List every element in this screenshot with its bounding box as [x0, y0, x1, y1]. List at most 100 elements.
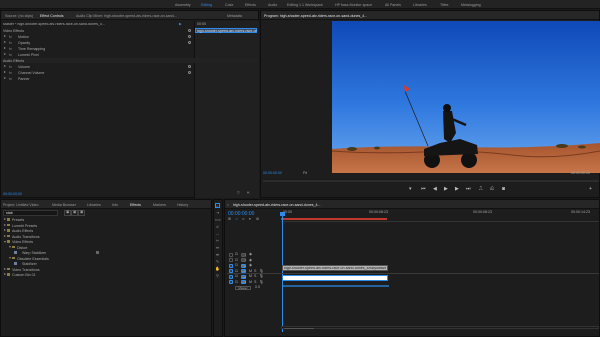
workspace-audio[interactable]: Audio	[268, 3, 277, 7]
reset-icon[interactable]	[188, 35, 191, 38]
folder-expand-icon[interactable]	[4, 223, 6, 226]
expand-triangle-icon[interactable]	[4, 53, 6, 56]
video-frame[interactable]	[332, 21, 600, 173]
slip-tool-icon[interactable]: ⇹	[215, 245, 220, 250]
zoom-tool-icon[interactable]: ⚲	[215, 273, 220, 278]
reset-icon[interactable]	[188, 41, 191, 44]
voiceover-icon[interactable]: 🎙	[259, 280, 264, 285]
workspace-hp-bass[interactable]: HP bass Monitor space	[335, 3, 372, 7]
add-button-icon[interactable]: +	[589, 187, 592, 192]
workspace-all-panels[interactable]: All Panels	[385, 3, 401, 7]
solo-button[interactable]: S	[254, 280, 256, 285]
effect-item-icon[interactable]	[14, 251, 17, 254]
tab-media-browser[interactable]: Media Browser	[52, 203, 76, 207]
time-ruler[interactable]: 00:00 00:00:08:23 00:00:08:23 00:00:14:2…	[281, 210, 599, 222]
folder-expand-icon[interactable]	[9, 257, 11, 260]
effects-tree-item[interactable]: Video Effects	[1, 239, 211, 244]
expand-triangle-icon[interactable]	[4, 35, 6, 38]
effects-tree-item[interactable]: Video Transitions	[1, 267, 211, 272]
export-icon[interactable]: ⇱	[247, 191, 250, 196]
reset-icon[interactable]	[188, 65, 191, 68]
folder-expand-icon[interactable]	[4, 234, 6, 237]
tab-effects[interactable]: Effects	[130, 203, 141, 207]
eye-icon[interactable]: ◉	[249, 258, 252, 263]
track-header-a2[interactable]: ⊡ A2 M S 🎙	[227, 274, 281, 279]
tab-libraries[interactable]: Libraries	[87, 203, 101, 207]
slide-tool-icon[interactable]: ⇼	[215, 252, 220, 257]
ripple-edit-tool-icon[interactable]: ⟺	[215, 217, 221, 222]
mute-button[interactable]: M	[249, 280, 252, 285]
workspace-titles[interactable]: Titles	[440, 3, 448, 7]
source-patch-button[interactable]	[229, 252, 233, 257]
timeline-settings-icon[interactable]: ⚙	[256, 217, 259, 222]
track-select-tool-icon[interactable]: ⇥	[215, 210, 220, 215]
lock-icon[interactable]: ⊡	[235, 280, 238, 285]
lift-icon[interactable]: ⎍	[479, 187, 483, 192]
lock-icon[interactable]: ⊡	[235, 263, 238, 268]
track-name[interactable]: Master	[235, 285, 251, 290]
effects-search-input[interactable]: stab	[3, 210, 58, 216]
insert-sequence-icon[interactable]: ⊞	[228, 217, 231, 222]
video-clip[interactable]: high-shooter-speed-atv-riders-race-on-sa…	[282, 265, 388, 271]
export-frame-icon[interactable]: ◙	[502, 187, 505, 192]
track-name[interactable]: V2	[241, 258, 246, 262]
track-name[interactable]: V3	[241, 252, 246, 257]
track-name[interactable]: A3	[241, 280, 246, 284]
effect-row[interactable]: fx Panner	[1, 76, 258, 81]
eye-icon[interactable]: ◉	[249, 263, 252, 268]
mute-button[interactable]: M	[249, 274, 252, 279]
effects-tree-item[interactable]: Custom Bin 01	[1, 272, 211, 277]
play-only-icon[interactable]: ▶	[179, 22, 182, 27]
workspace-editing[interactable]: Editing	[201, 3, 212, 7]
workspace-editing-1-1[interactable]: Editing 1.1 Workspace	[287, 3, 323, 7]
tab-markers[interactable]: Markers	[153, 203, 166, 207]
track-header-v1[interactable]: ⊡ V1 ◉	[227, 263, 281, 268]
workspace-color[interactable]: Color	[225, 3, 234, 7]
effect-item-icon[interactable]	[14, 262, 17, 265]
work-area-bar[interactable]	[281, 218, 387, 220]
effects-tree-item[interactable]: Stabilizer	[1, 261, 211, 266]
effect-controls-timecode[interactable]: 00;00;00;00	[3, 192, 22, 197]
audio-clip[interactable]	[282, 275, 389, 287]
step-forward-icon[interactable]: ⏭	[466, 187, 471, 192]
yuv-icon[interactable]: ▣	[78, 210, 86, 216]
workspace-assembly[interactable]: Assembly	[175, 3, 191, 7]
hand-tool-icon[interactable]: ✋	[215, 266, 220, 271]
eye-icon[interactable]: ◉	[249, 252, 252, 257]
source-patch-button[interactable]	[229, 280, 233, 284]
expand-triangle-icon[interactable]	[4, 77, 6, 80]
effects-tree-item[interactable]: Audio Transitions	[1, 234, 211, 239]
close-sequence-icon[interactable]: ×	[227, 203, 229, 207]
effects-tree-item[interactable]: Distort	[1, 245, 211, 250]
snap-icon[interactable]: ⊃	[235, 217, 238, 222]
solo-button[interactable]: S	[254, 274, 256, 279]
expand-triangle-icon[interactable]	[4, 47, 6, 50]
lock-icon[interactable]: ⊡	[235, 252, 238, 257]
play-icon[interactable]: ▶	[444, 187, 448, 192]
step-back-icon[interactable]: ⏮	[421, 187, 426, 192]
lock-icon[interactable]: ⊡	[235, 258, 238, 263]
workspace-metalogging[interactable]: Metalogging	[461, 3, 481, 7]
effect-row[interactable]: fx Channel Volume	[1, 70, 258, 75]
tab-sequence[interactable]: high-shooter-speed-atv-riders-race-on-sa…	[233, 203, 321, 207]
expand-triangle-icon[interactable]	[4, 65, 6, 68]
folder-expand-icon[interactable]	[4, 218, 6, 221]
effects-tree-item[interactable]: Warp Stabilizer	[1, 250, 211, 255]
frame-forward-icon[interactable]: ▶	[455, 187, 459, 192]
source-patch-button[interactable]	[229, 274, 233, 279]
track-name[interactable]: A2	[241, 274, 246, 279]
tab-effect-controls[interactable]: Effect Controls	[40, 14, 64, 18]
selection-tool-icon[interactable]: ↖	[215, 203, 220, 209]
frame-back-icon[interactable]: ◀	[433, 187, 437, 192]
source-patch-button[interactable]	[229, 263, 233, 268]
add-marker-icon[interactable]: ▾	[249, 217, 251, 222]
tab-metadata[interactable]: Metadata	[227, 14, 242, 18]
effect-row[interactable]: fx Lumetri Pixel	[1, 52, 258, 57]
track-header-a3[interactable]: ⊡ A3 M S 🎙	[227, 280, 281, 285]
track-header-master[interactable]: Master 0.0	[227, 285, 281, 290]
rolling-edit-tool-icon[interactable]: #	[215, 224, 220, 229]
tab-info[interactable]: Info	[112, 203, 118, 207]
workspace-libraries[interactable]: Libraries	[413, 3, 427, 7]
lock-icon[interactable]: ⊡	[235, 274, 238, 279]
fit-dropdown[interactable]: Fit	[303, 171, 307, 176]
